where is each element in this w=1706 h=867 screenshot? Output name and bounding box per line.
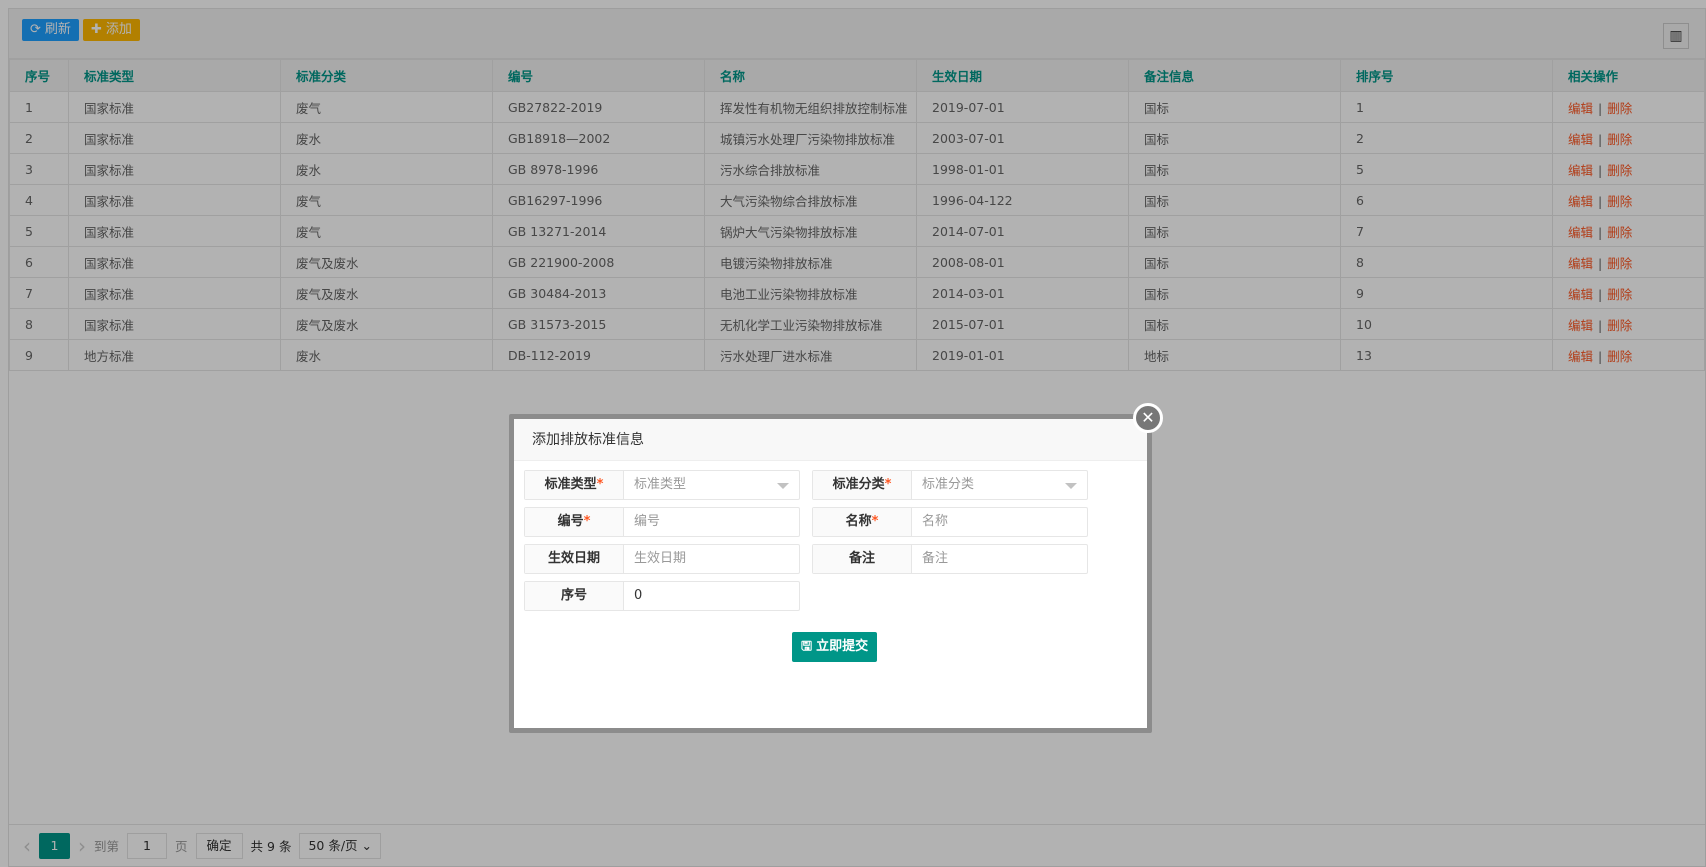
field-select[interactable]: 标准分类 (912, 471, 1087, 499)
field-input[interactable]: 名称 (912, 508, 1087, 536)
form-field: 序号 0 (524, 581, 800, 611)
field-label: 备注 (813, 545, 912, 573)
dropdown-arrow-icon (777, 483, 789, 495)
form-field: 备注 备注 (812, 544, 1088, 574)
form-field: 生效日期 生效日期 (524, 544, 800, 574)
required-mark: * (871, 514, 879, 529)
dropdown-arrow-icon (1065, 483, 1077, 495)
field-input[interactable]: 0 (624, 582, 799, 610)
required-mark: * (884, 477, 892, 492)
add-standard-dialog: 添加排放标准信息 ✕ 标准类型* 标准类型 标准分类* 标准分类 编号* 编号 名称* 名称生… (509, 403, 1163, 733)
field-input[interactable]: 生效日期 (624, 545, 799, 573)
field-label: 编号* (525, 508, 624, 536)
save-icon: 🖫 (801, 639, 813, 654)
field-label: 名称* (813, 508, 912, 536)
required-mark: * (583, 514, 591, 529)
close-icon[interactable]: ✕ (1133, 403, 1163, 433)
form-field: 编号* 编号 (524, 507, 800, 537)
field-input[interactable]: 编号 (624, 508, 799, 536)
submit-button[interactable]: 🖫 立即提交 (792, 632, 878, 662)
field-label: 标准分类* (813, 471, 912, 499)
field-label: 生效日期 (525, 545, 624, 573)
field-input[interactable]: 备注 (912, 545, 1087, 573)
field-select[interactable]: 标准类型 (624, 471, 799, 499)
required-mark: * (596, 477, 604, 492)
form-field: 名称* 名称 (812, 507, 1088, 537)
field-label: 序号 (525, 582, 624, 610)
form-field: 标准分类* 标准分类 (812, 470, 1088, 500)
form-field: 标准类型* 标准类型 (524, 470, 800, 500)
dialog-title: 添加排放标准信息 (514, 419, 1147, 461)
field-label: 标准类型* (525, 471, 624, 499)
